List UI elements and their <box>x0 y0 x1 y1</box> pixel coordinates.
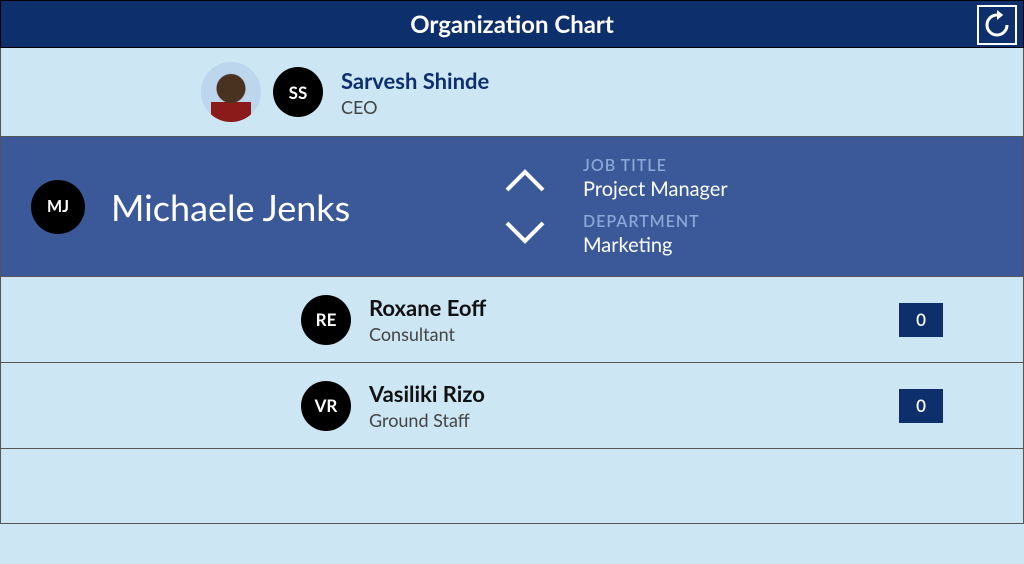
refresh-button[interactable] <box>977 5 1017 45</box>
direct-reports-count[interactable]: 0 <box>899 389 943 423</box>
chevron-up-icon[interactable] <box>501 166 549 196</box>
child-info: Vasiliki Rizo Ground Staff <box>369 380 485 431</box>
parent-row[interactable]: SS Sarvesh Shinde CEO <box>0 48 1024 137</box>
page-title: Organization Chart <box>410 10 614 39</box>
parent-title: CEO <box>341 96 489 118</box>
empty-row <box>0 449 1024 524</box>
current-details: JOB TITLE Project Manager DEPARTMENT Mar… <box>583 137 728 276</box>
avatar-initials-badge: VR <box>301 381 351 431</box>
department-value: Marketing <box>583 233 728 257</box>
child-info: Roxane Eoff Consultant <box>369 294 486 345</box>
job-title-label: JOB TITLE <box>583 156 728 175</box>
avatar-initials-badge: MJ <box>31 180 85 234</box>
job-title-block: JOB TITLE Project Manager <box>583 156 728 201</box>
child-name: Vasiliki Rizo <box>369 380 485 407</box>
job-title-value: Project Manager <box>583 177 728 201</box>
refresh-icon <box>982 10 1012 40</box>
avatar-initials-badge: SS <box>273 67 323 117</box>
parent-info: Sarvesh Shinde CEO <box>341 67 489 118</box>
child-title: Ground Staff <box>369 409 485 431</box>
current-name: Michaele Jenks <box>111 185 350 229</box>
chevron-down-icon[interactable] <box>501 217 549 247</box>
current-row: MJ Michaele Jenks JOB TITLE Project Mana… <box>0 137 1024 277</box>
child-name: Roxane Eoff <box>369 294 486 321</box>
department-block: DEPARTMENT Marketing <box>583 212 728 257</box>
parent-name: Sarvesh Shinde <box>341 67 489 94</box>
child-row[interactable]: RE Roxane Eoff Consultant 0 <box>0 277 1024 363</box>
app-header: Organization Chart <box>0 0 1024 48</box>
child-title: Consultant <box>369 323 486 345</box>
direct-reports-count[interactable]: 0 <box>899 303 943 337</box>
nav-arrows <box>501 137 549 276</box>
department-label: DEPARTMENT <box>583 212 728 231</box>
child-row[interactable]: VR Vasiliki Rizo Ground Staff 0 <box>0 363 1024 449</box>
avatar-initials-badge: RE <box>301 295 351 345</box>
avatar-photo <box>201 62 261 122</box>
